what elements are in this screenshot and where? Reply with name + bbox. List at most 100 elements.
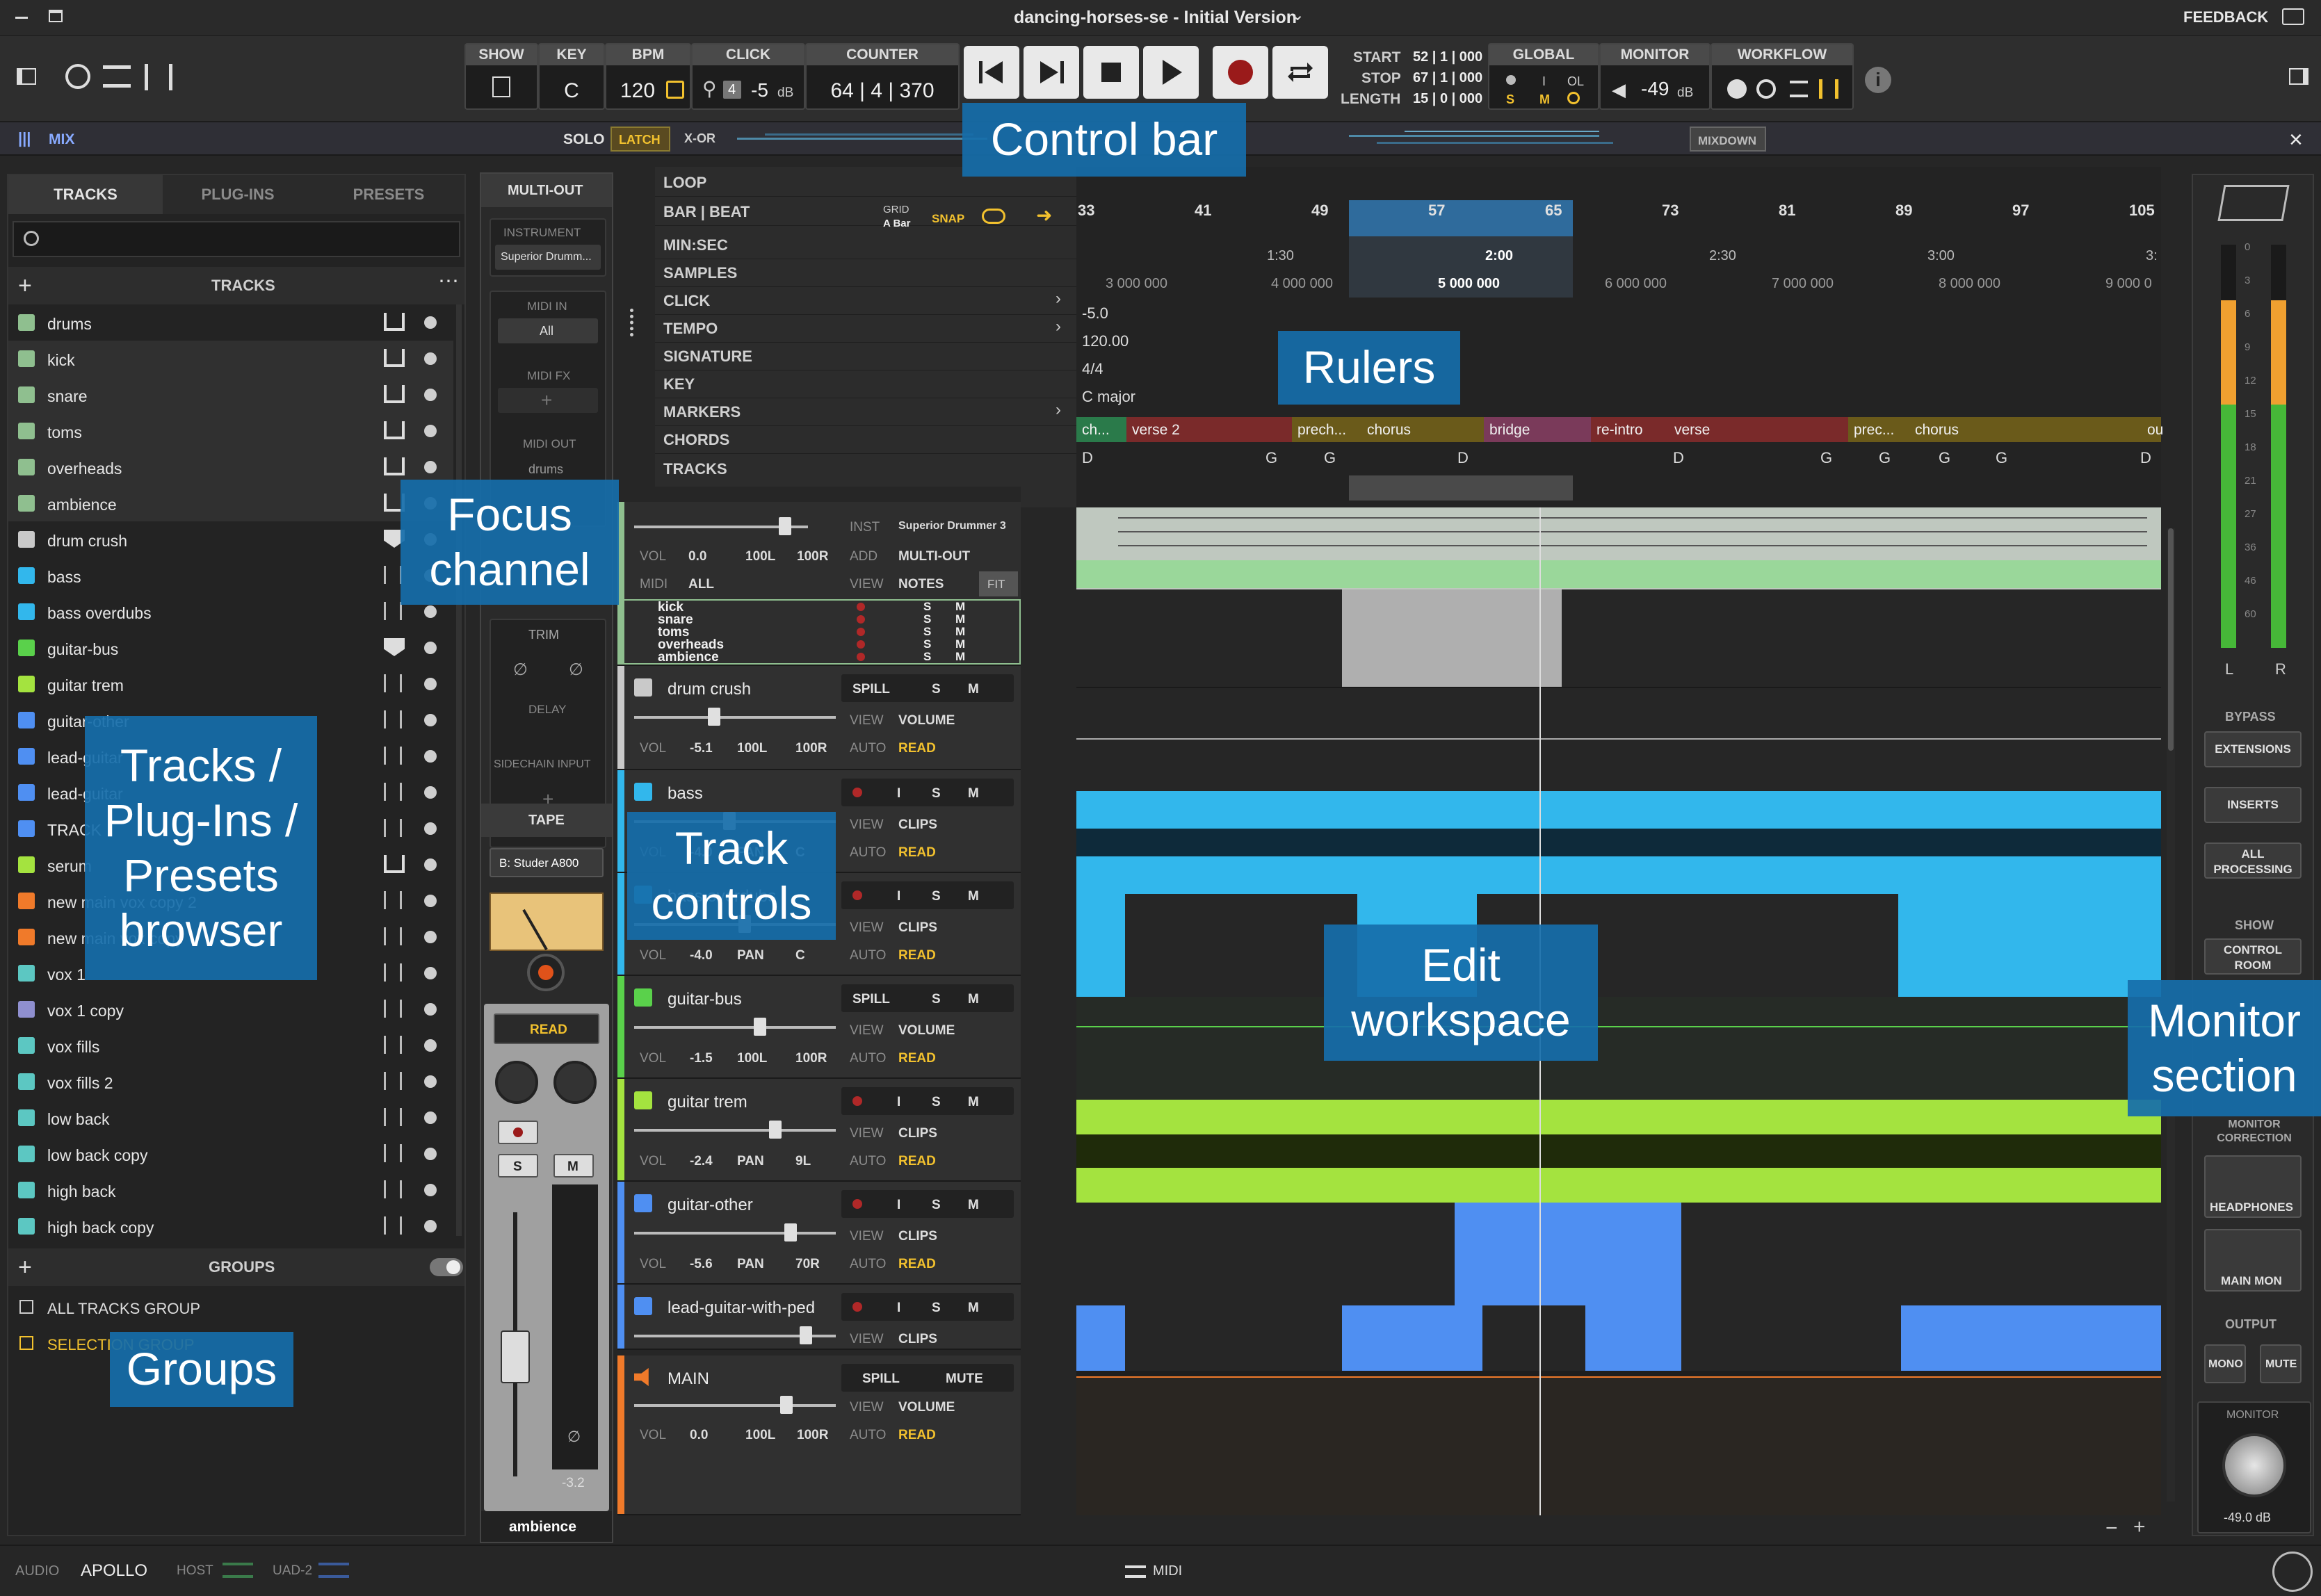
mute-button[interactable]: M bbox=[955, 651, 965, 662]
pan-secondary-value[interactable]: 100R bbox=[795, 1051, 827, 1066]
tab-presets[interactable]: PRESETS bbox=[313, 175, 464, 214]
view-value[interactable]: VOLUME bbox=[898, 713, 955, 728]
record-dot-icon[interactable] bbox=[1727, 79, 1747, 99]
groups-toggle[interactable] bbox=[430, 1258, 463, 1276]
track-name[interactable]: guitar trem bbox=[668, 1093, 747, 1112]
global-ring-icon[interactable] bbox=[1567, 92, 1580, 104]
stop-button[interactable] bbox=[1083, 46, 1139, 99]
track-visibility-icon[interactable] bbox=[424, 1112, 437, 1124]
lead-guitar-clip[interactable] bbox=[1342, 1305, 1482, 1371]
auto-value[interactable]: READ bbox=[898, 1154, 936, 1169]
tab-tracks[interactable]: TRACKS bbox=[8, 175, 163, 214]
guitar-other-clip[interactable] bbox=[1455, 1203, 1681, 1305]
view-value[interactable]: CLIPS bbox=[898, 1126, 937, 1141]
tempo-sync-icon[interactable] bbox=[666, 81, 684, 99]
ruler-label[interactable]: MIN:SEC bbox=[663, 236, 728, 254]
mute-button[interactable]: M bbox=[968, 992, 979, 1007]
drum-child-row[interactable]: overheads S M bbox=[619, 638, 1019, 651]
instrument-value-box[interactable]: Superior Drumm... bbox=[495, 245, 601, 270]
record-arm-icon[interactable] bbox=[852, 788, 862, 797]
minimize-icon[interactable] bbox=[15, 17, 28, 19]
track-visibility-icon[interactable] bbox=[424, 389, 437, 401]
all-processing-button[interactable]: ALL PROCESSING bbox=[2204, 842, 2302, 879]
sidebar-toggle-icon[interactable] bbox=[17, 68, 36, 85]
click-box[interactable]: CLICK ⚲ 4 -5 dB bbox=[691, 43, 805, 110]
view-value[interactable]: VOLUME bbox=[898, 1400, 955, 1415]
close-icon[interactable]: × bbox=[2289, 128, 2303, 152]
mix-icon[interactable]: ||| bbox=[18, 131, 31, 146]
monitor-knob-value[interactable]: -49.0 dB bbox=[2224, 1511, 2271, 1524]
auto-value[interactable]: READ bbox=[898, 1428, 936, 1443]
lane-main[interactable] bbox=[1076, 1376, 2161, 1515]
monitor-box[interactable]: MONITOR ◀ -49 dB bbox=[1599, 43, 1711, 110]
volume-fader[interactable] bbox=[634, 1404, 836, 1407]
solo-button[interactable]: S bbox=[932, 682, 941, 697]
instrument-slot[interactable]: INSTRUMENT Superior Drumm... bbox=[490, 218, 606, 277]
solo-button[interactable]: S bbox=[932, 1095, 941, 1110]
auto-value[interactable]: READ bbox=[898, 741, 936, 756]
counter-box[interactable]: COUNTER 64 | 4 | 370 bbox=[805, 43, 960, 110]
record-view-icon[interactable] bbox=[65, 64, 90, 89]
midi-in-select[interactable]: All bbox=[498, 318, 598, 343]
track-list-item[interactable]: bass overdubs bbox=[8, 594, 453, 630]
track-visibility-icon[interactable] bbox=[424, 714, 437, 726]
pan-secondary-value[interactable]: 100R bbox=[795, 741, 827, 756]
snap-label[interactable]: SNAP bbox=[932, 213, 964, 225]
global-box[interactable]: GLOBAL I OL S M bbox=[1488, 43, 1599, 110]
vol-value[interactable]: -5.6 bbox=[690, 1257, 713, 1272]
pan-value[interactable]: PAN bbox=[737, 1257, 764, 1272]
volume-fader[interactable] bbox=[634, 1129, 836, 1132]
ruler-label[interactable]: LOOP bbox=[663, 174, 706, 192]
midi-out-value[interactable]: drums bbox=[528, 463, 563, 475]
view-value[interactable]: NOTES bbox=[898, 577, 944, 592]
volume-fader-knob[interactable] bbox=[754, 1018, 766, 1036]
track-list-item[interactable]: overheads bbox=[8, 449, 453, 485]
volume-fader[interactable] bbox=[634, 1232, 836, 1235]
solo-button[interactable]: S bbox=[932, 1198, 941, 1213]
track-list-item[interactable]: guitar-bus bbox=[8, 630, 453, 666]
vol-value[interactable]: -1.5 bbox=[690, 1051, 713, 1066]
solo-button[interactable]: S bbox=[923, 626, 931, 637]
more-vertical-icon[interactable] bbox=[630, 309, 636, 336]
volume-fader[interactable] bbox=[634, 1026, 836, 1029]
global-m[interactable]: M bbox=[1539, 93, 1550, 106]
mute-output-button[interactable]: MUTE bbox=[2260, 1344, 2302, 1383]
rewind-button[interactable] bbox=[964, 46, 1019, 99]
track-visibility-icon[interactable] bbox=[424, 1184, 437, 1196]
feedback-icon[interactable] bbox=[2282, 8, 2304, 25]
mute-button[interactable]: M bbox=[553, 1154, 594, 1178]
tape-power-button[interactable] bbox=[527, 954, 565, 991]
record-arm-icon[interactable] bbox=[852, 890, 862, 900]
phase-icon[interactable]: ∅ bbox=[569, 662, 583, 678]
input-button[interactable]: I bbox=[897, 786, 900, 801]
track-list-item[interactable]: high back bbox=[8, 1172, 453, 1208]
view-value[interactable]: CLIPS bbox=[898, 920, 937, 936]
lane-guitar-bus[interactable] bbox=[1076, 997, 2161, 1100]
more-icon[interactable]: ⋯ bbox=[438, 271, 459, 292]
pan-secondary-value[interactable]: 70R bbox=[795, 1257, 820, 1272]
lead-guitar-clip[interactable] bbox=[1901, 1305, 2161, 1371]
counter-value[interactable]: 64 | 4 | 370 bbox=[807, 79, 958, 103]
track-list-item[interactable]: low back copy bbox=[8, 1136, 453, 1172]
bass-overdub-clip[interactable] bbox=[1898, 894, 2161, 997]
input-button[interactable]: I bbox=[897, 1095, 900, 1110]
ruler-label[interactable]: CLICK bbox=[663, 292, 710, 310]
tape-slot[interactable]: B: Studer A800 bbox=[490, 848, 604, 877]
zoom-out-icon[interactable]: − bbox=[2105, 1518, 2118, 1539]
solo-button[interactable]: S bbox=[932, 1301, 941, 1316]
click-value[interactable]: -5 bbox=[751, 81, 768, 100]
ruler-label[interactable]: TRACKS bbox=[663, 460, 727, 478]
mute-button[interactable]: M bbox=[968, 1198, 979, 1213]
auto-value[interactable]: READ bbox=[898, 948, 936, 963]
workflow-box[interactable]: WORKFLOW bbox=[1711, 43, 1854, 110]
track-control-main[interactable]: MAIN SPILL MUTE VOL 0.0 100L 100R VIEW VOLUME AUT… bbox=[617, 1355, 1021, 1515]
pan-value[interactable]: 100L bbox=[737, 741, 767, 756]
solo-button[interactable]: S bbox=[932, 786, 941, 801]
zoom-in-icon[interactable]: + bbox=[2133, 1517, 2146, 1538]
solo-button[interactable]: S bbox=[932, 889, 941, 904]
mix-label[interactable]: MIX bbox=[49, 132, 74, 147]
key-value[interactable]: C bbox=[540, 79, 604, 103]
main-mon-button[interactable]: MAIN MON bbox=[2204, 1229, 2302, 1292]
play-button[interactable] bbox=[1143, 46, 1199, 99]
stop-value[interactable]: 67 | 1 | 000 bbox=[1413, 71, 1482, 85]
